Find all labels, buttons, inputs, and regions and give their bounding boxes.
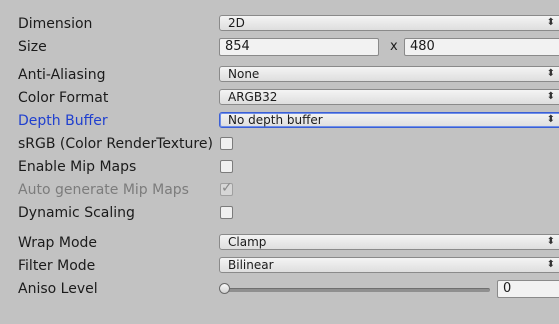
color-format-dropdown[interactable]: ARGB32 ⬍ [219,89,559,105]
size-width-field[interactable]: 854 [219,38,379,56]
size-height-field[interactable]: 480 [404,38,559,56]
chevron-updown-icon: ⬍ [546,91,555,102]
dimension-row: Dimension 2D ⬍ [0,13,559,35]
auto-generate-mip-maps-row: Auto generate Mip Maps ✓ [0,179,559,201]
srgb-checkbox[interactable] [220,137,233,150]
srgb-label: sRGB (Color RenderTexture) [18,136,213,152]
checkmark-icon: ✓ [221,180,233,196]
srgb-row: sRGB (Color RenderTexture) [0,133,559,155]
anti-aliasing-row: Anti-Aliasing None ⬍ [0,64,559,86]
enable-mip-maps-checkbox[interactable] [220,160,233,173]
wrap-mode-label: Wrap Mode [18,235,98,251]
size-x-separator: x [390,39,398,54]
aniso-level-field[interactable]: 0 [497,280,559,298]
color-format-value: ARGB32 [228,90,278,104]
dynamic-scaling-label: Dynamic Scaling [18,205,135,221]
aniso-level-slider-thumb[interactable] [219,283,230,294]
size-label: Size [18,39,47,55]
chevron-updown-icon: ⬍ [546,68,555,79]
wrap-mode-dropdown[interactable]: Clamp ⬍ [219,234,559,250]
filter-mode-value: Bilinear [228,258,274,272]
chevron-updown-icon: ⬍ [546,17,555,28]
auto-generate-mip-maps-checkbox: ✓ [220,180,233,196]
enable-mip-maps-label: Enable Mip Maps [18,159,137,175]
dynamic-scaling-row: Dynamic Scaling [0,202,559,224]
color-format-row: Color Format ARGB32 ⬍ [0,87,559,109]
filter-mode-row: Filter Mode Bilinear ⬍ [0,255,559,277]
enable-mip-maps-row: Enable Mip Maps [0,156,559,178]
dimension-dropdown[interactable]: 2D ⬍ [219,15,559,31]
filter-mode-label: Filter Mode [18,258,96,274]
filter-mode-dropdown[interactable]: Bilinear ⬍ [219,257,559,273]
dimension-value: 2D [228,16,245,30]
aniso-level-label: Aniso Level [18,281,98,297]
auto-generate-mip-maps-label: Auto generate Mip Maps [18,182,189,198]
chevron-updown-icon: ⬍ [546,236,555,247]
color-format-label: Color Format [18,90,109,106]
anti-aliasing-value: None [228,67,260,81]
depth-buffer-label: Depth Buffer [18,113,108,129]
size-row: Size 854 x 480 [0,36,559,58]
dynamic-scaling-checkbox[interactable] [220,206,233,219]
anti-aliasing-label: Anti-Aliasing [18,67,106,83]
anti-aliasing-dropdown[interactable]: None ⬍ [219,66,559,82]
aniso-level-slider-track[interactable] [224,288,490,292]
chevron-updown-icon: ⬍ [546,114,555,125]
depth-buffer-row: Depth Buffer No depth buffer ⬍ [0,110,559,132]
chevron-updown-icon: ⬍ [546,259,555,270]
dimension-label: Dimension [18,16,93,32]
depth-buffer-dropdown[interactable]: No depth buffer ⬍ [219,112,559,128]
wrap-mode-row: Wrap Mode Clamp ⬍ [0,232,559,254]
wrap-mode-value: Clamp [228,235,267,249]
depth-buffer-value: No depth buffer [228,113,323,127]
aniso-level-row: Aniso Level 0 [0,278,559,300]
